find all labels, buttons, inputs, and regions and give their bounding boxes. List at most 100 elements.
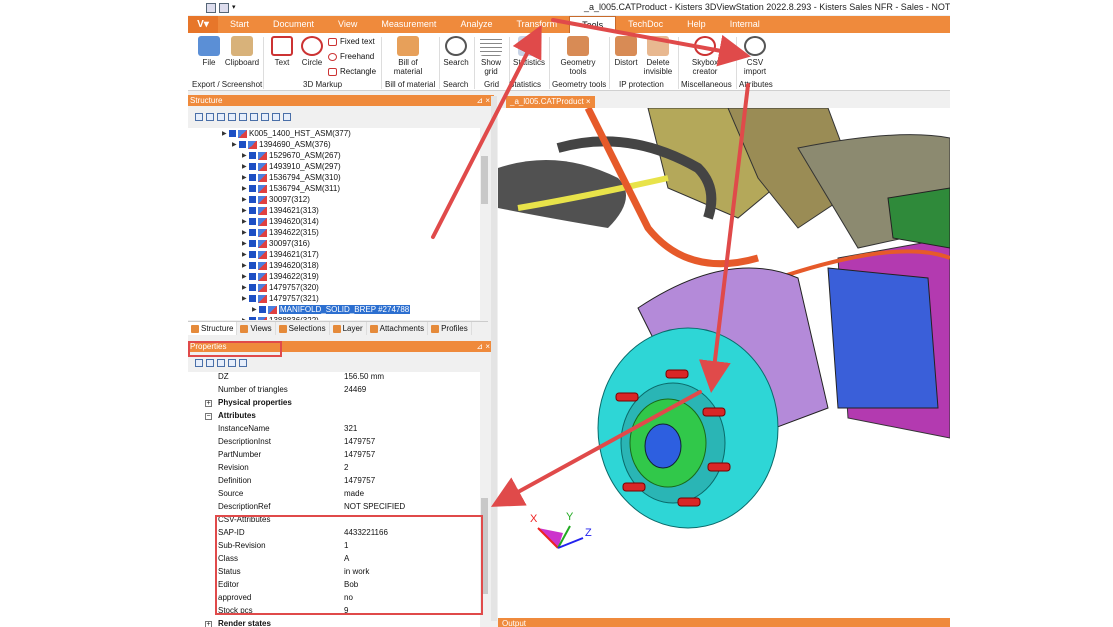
visibility-checkbox[interactable] [249,196,256,203]
save-icon[interactable] [206,2,216,13]
expand-arrow-icon[interactable]: ▶ [252,306,259,313]
document-tab[interactable]: _a_l005.CATProduct × [506,96,595,108]
visibility-checkbox[interactable] [249,295,256,302]
visibility-checkbox[interactable] [259,306,266,313]
expand-arrow-icon[interactable]: ▶ [242,218,249,225]
panel-tab-attachments[interactable]: Attachments [367,322,429,335]
export-icon[interactable] [228,359,236,367]
panel-tab-layer[interactable]: Layer [330,322,367,335]
expand-arrow-icon[interactable]: ▶ [242,262,249,269]
tree-row[interactable]: ▶ 1493910_ASM(297) [242,161,341,172]
tree-row[interactable]: ▶ 30097(316) [242,238,310,249]
collapse-level-icon[interactable] [250,113,258,121]
visibility-checkbox[interactable] [249,174,256,181]
expand-icon[interactable] [195,113,203,121]
expand-arrow-icon[interactable]: ▶ [242,174,249,181]
expand-arrow-icon[interactable]: ▶ [242,251,249,258]
clipboard-button[interactable]: Clipboard [224,36,260,67]
expand-arrow-icon[interactable]: ▶ [242,163,249,170]
3d-viewport[interactable]: X Y Z [498,108,950,618]
delete-invisible-button[interactable]: Delete invisible [641,36,675,76]
sync-icon[interactable] [272,113,280,121]
visibility-checkbox[interactable] [229,130,236,137]
property-row[interactable]: + Render states [188,619,480,627]
expander-icon[interactable]: + [205,400,212,407]
expand-arrow-icon[interactable]: ▶ [232,141,239,148]
visibility-checkbox[interactable] [249,152,256,159]
collapse-all-icon[interactable] [206,359,214,367]
bill-of-material-button[interactable]: Bill of material [386,36,430,76]
filter-icon[interactable] [261,113,269,121]
visibility-checkbox[interactable] [249,284,256,291]
geometry-tools-button[interactable]: Geometry tools [552,36,604,76]
structure-scrollbar[interactable] [480,128,490,320]
menu-tab-techdoc[interactable]: TechDoc [616,16,675,33]
panel-tab-structure[interactable]: Structure [188,322,238,335]
visibility-checkbox[interactable] [239,141,246,148]
app-menu-button[interactable]: V ▾ [188,16,218,33]
property-row[interactable]: DZ 156.50 mm [188,372,480,385]
menu-tab-document[interactable]: Document [261,16,326,33]
expand-all-icon[interactable] [217,113,225,121]
tree-row[interactable]: ▶ 1394620(314) [242,216,319,227]
text-markup-button[interactable]: Text [268,36,296,67]
tree-row[interactable]: ▶ 1394621(317) [242,249,319,260]
expand-arrow-icon[interactable]: ▶ [242,273,249,280]
tree-row[interactable]: ▶ 1536794_ASM(310) [242,172,341,183]
tree-row[interactable]: ▶ 1479757(320) [242,282,319,293]
tree-row[interactable]: ▶ 30097(312) [242,194,310,205]
copy-icon[interactable] [217,359,225,367]
statistics-button[interactable]: Statistics [511,36,547,67]
property-row[interactable]: PartNumber 1479757 [188,450,480,463]
edit-icon[interactable] [219,2,229,13]
visibility-checkbox[interactable] [249,229,256,236]
panel-tab-views[interactable]: Views [237,322,276,335]
expand-arrow-icon[interactable]: ▶ [242,185,249,192]
expand-arrow-icon[interactable]: ▶ [222,130,229,137]
menu-tab-measurement[interactable]: Measurement [369,16,448,33]
visibility-checkbox[interactable] [249,207,256,214]
filter-icon[interactable] [239,359,247,367]
property-row[interactable]: Definition 1479757 [188,476,480,489]
menu-tab-view[interactable]: View [326,16,369,33]
property-row[interactable]: − Attributes [188,411,480,424]
3d-model-view[interactable]: X Y Z [498,108,950,618]
tree-row[interactable]: ▶ 1388836(322) [242,315,319,320]
expander-icon[interactable]: + [205,621,212,627]
show-grid-button[interactable]: Show grid [477,36,505,76]
menu-tab-transform[interactable]: Transform [504,16,569,33]
tree-row[interactable]: ▶ 1479757(321) [242,293,319,304]
menu-tab-start[interactable]: Start [218,16,261,33]
menu-tab-analyze[interactable]: Analyze [448,16,504,33]
rectangle-button[interactable]: Rectangle [328,67,376,76]
property-row[interactable]: Source made [188,489,480,502]
visibility-checkbox[interactable] [249,317,256,320]
tree-row[interactable]: ▶ 1394690_ASM(376) [232,139,331,150]
tree-row[interactable]: ▶ 1394621(313) [242,205,319,216]
splitter[interactable] [491,96,497,621]
tree-row[interactable]: ▶ 1394622(315) [242,227,319,238]
expand-arrow-icon[interactable]: ▶ [242,229,249,236]
visibility-checkbox[interactable] [249,273,256,280]
visibility-checkbox[interactable] [249,251,256,258]
menu-tab-tools[interactable]: Tools [569,16,617,33]
visibility-checkbox[interactable] [249,240,256,247]
property-row[interactable]: Revision 2 [188,463,480,476]
tree-row[interactable]: ▶ K005_1400_HST_ASM(377) [222,128,351,139]
tree-row[interactable]: ▶ MANIFOLD_SOLID_BREP #274788 [252,304,411,315]
menu-tab-help[interactable]: Help [675,16,718,33]
freehand-button[interactable]: Freehand [328,52,374,61]
expand-arrow-icon[interactable]: ▶ [242,196,249,203]
dropdown-icon[interactable]: ▾ [232,3,242,13]
tree-row[interactable]: ▶ 1529670_ASM(267) [242,150,341,161]
panel-tab-profiles[interactable]: Profiles [428,322,472,335]
properties-pin-close-icon[interactable]: ⊿ × [476,341,490,352]
expander-icon[interactable]: − [205,413,212,420]
visibility-checkbox[interactable] [249,262,256,269]
fixed-text-button[interactable]: Fixed text [328,37,375,46]
collapse-all-icon[interactable] [228,113,236,121]
expand-arrow-icon[interactable]: ▶ [242,152,249,159]
expand-level-icon[interactable] [239,113,247,121]
visibility-checkbox[interactable] [249,218,256,225]
visibility-checkbox[interactable] [249,163,256,170]
